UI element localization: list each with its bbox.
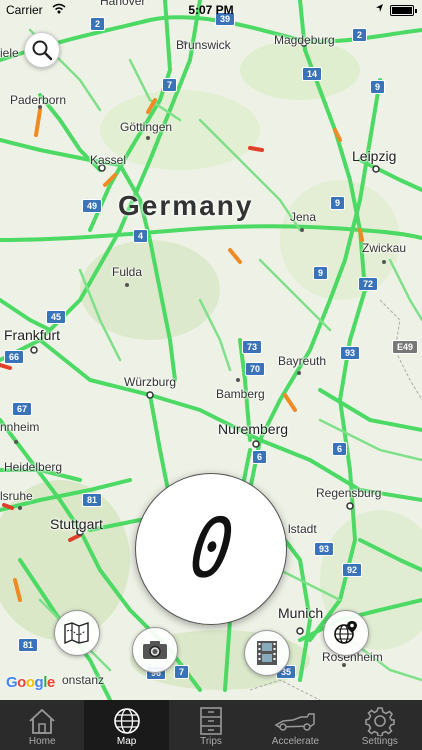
city-label: Heidelberg [4,460,63,474]
tab-label: Accelerate [271,736,320,747]
search-icon [32,40,53,61]
tab-map[interactable]: Map [84,700,169,750]
road-shield: 81 [18,638,39,652]
city-label: Nuremberg [218,421,289,437]
road-shield: 93 [340,346,361,360]
road-shield: 45 [46,310,67,324]
city-label: Kassel [90,153,127,167]
tab-label: Trips [200,736,222,747]
globe-icon [113,708,140,734]
road-shield: 93 [314,542,335,556]
tab-home[interactable]: Home [0,700,84,750]
road-shield: 9 [370,80,386,94]
city-label: Bamberg [216,387,265,401]
city-label: Würzburg [124,375,177,389]
battery-icon [390,5,417,16]
road-shield: 14 [302,67,323,81]
tab-accelerate[interactable]: Accelerate [253,700,337,750]
road-shield: 7 [162,78,178,92]
road-shield: 92 [342,563,363,577]
city-label: onstanz [62,673,105,687]
city-label: lstadt [288,522,317,536]
status-bar: Carrier 5:07 PM [0,0,422,20]
city-label: Paderborn [10,93,67,107]
city-label: Stuttgart [50,516,103,532]
race-car-icon [274,713,316,731]
gear-icon [365,707,395,736]
city-label: nnheim [0,420,40,434]
city-label: iele [0,46,19,60]
tab-settings[interactable]: Settings [338,700,422,750]
city-label: Magdeburg [274,33,335,47]
film-strip-icon [257,641,277,665]
city-label: Göttingen [120,120,173,134]
camera-button[interactable] [132,627,178,673]
city-label: Brunswick [176,38,231,52]
road-shield: 72 [358,277,379,291]
road-shield: 81 [82,493,103,507]
map-search-button[interactable] [24,32,60,68]
road-shield: 49 [82,199,103,213]
road-shield: 7 [174,665,190,679]
speed-value: 0 [183,501,239,597]
city-label: Regensburg [316,486,382,500]
tab-label: Map [116,736,137,747]
road-shield: 6 [252,450,268,464]
tab-trips[interactable]: Trips [169,700,253,750]
camera-icon [143,641,167,659]
city-label: Fulda [112,265,143,279]
cabinet-icon [200,707,222,735]
road-shield: 9 [313,266,329,280]
road-shield: 4 [133,229,149,243]
home-icon [29,708,55,734]
folded-map-icon [64,622,89,645]
google-attribution: Google [6,674,55,691]
city-label: lsruhe [0,489,33,503]
globe-location-icon [334,621,357,644]
city-label: Frankfurt [4,327,61,343]
tab-bar: Home Map Trips Accelerate Settings [0,700,422,750]
road-shield: 70 [245,362,266,376]
road-shield: 73 [242,340,263,354]
city-label: Zwickau [362,241,407,255]
road-shield: 9 [330,196,346,210]
city-label: Munich [278,605,324,621]
locate-me-button[interactable] [323,610,369,656]
country-label: Germany [118,190,254,221]
road-shield: 67 [12,402,33,416]
city-label: Leipzig [352,148,397,164]
road-shield: 2 [352,28,368,42]
speedometer: 0 [135,473,287,625]
city-label: Bayreuth [278,354,327,368]
status-time: 5:07 PM [188,3,234,17]
video-record-button[interactable] [244,630,290,676]
road-shield: 66 [4,350,25,364]
city-label: Jena [290,210,317,224]
tab-label: Home [28,736,56,747]
location-arrow-icon [375,3,384,16]
road-shield: 6 [332,442,348,456]
road-shield: E49 [392,340,419,354]
tab-label: Settings [361,736,398,747]
map-style-button[interactable] [54,610,100,656]
